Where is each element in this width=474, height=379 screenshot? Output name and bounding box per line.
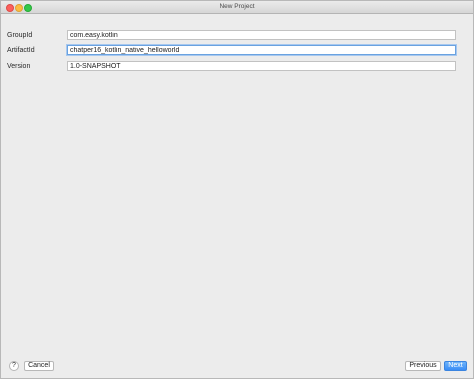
artifact-id-label: ArtifactId [7, 47, 35, 54]
cancel-button[interactable]: Cancel [24, 361, 54, 371]
group-id-label: GroupId [7, 32, 33, 39]
version-label: Version [7, 63, 31, 70]
artifact-id-input[interactable] [67, 45, 456, 55]
help-button[interactable]: ? [9, 361, 19, 371]
title-bar: New Project [1, 1, 473, 14]
group-id-input[interactable] [67, 30, 456, 40]
version-input[interactable] [67, 61, 456, 71]
next-button[interactable]: Next [444, 361, 467, 371]
window-title: New Project [219, 3, 255, 10]
new-project-window: New Project GroupId ArtifactId Version ?… [0, 0, 474, 379]
previous-button[interactable]: Previous [405, 361, 441, 371]
